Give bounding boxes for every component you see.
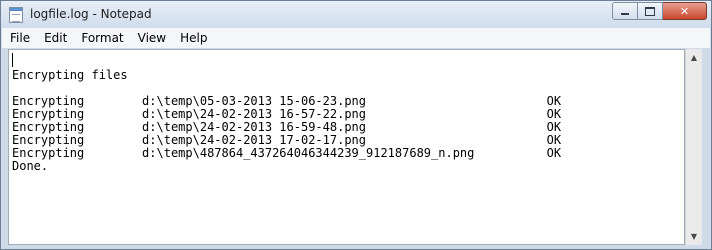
text-editor-area[interactable]: Encrypting files Encrypting d:\temp\05-0… — [8, 49, 685, 245]
editor-text: Encrypting files Encrypting d:\temp\05-0… — [12, 68, 562, 173]
scroll-down-icon[interactable]: ▼ — [686, 228, 702, 245]
menu-file[interactable]: File — [2, 28, 37, 48]
window-title: logfile.log - Notepad — [30, 7, 152, 21]
menu-bar: File Edit Format View Help — [2, 28, 710, 48]
maximize-icon — [645, 6, 655, 16]
close-icon: ✕ — [679, 4, 690, 18]
notepad-app-icon[interactable] — [9, 7, 23, 23]
scroll-up-icon[interactable]: ▲ — [686, 49, 702, 66]
vertical-scrollbar[interactable]: ▲ ▼ — [685, 49, 702, 245]
close-button[interactable]: ✕ — [663, 2, 707, 20]
title-bar[interactable]: logfile.log - Notepad ✕ — [1, 1, 711, 28]
menu-view[interactable]: View — [131, 28, 173, 48]
menu-help[interactable]: Help — [173, 28, 214, 48]
minimize-button[interactable] — [612, 2, 638, 20]
notepad-window: logfile.log - Notepad ✕ File Edit Format… — [0, 0, 712, 250]
minimize-icon — [621, 13, 629, 15]
menu-format[interactable]: Format — [74, 28, 130, 48]
caption-buttons: ✕ — [612, 2, 707, 21]
maximize-button[interactable] — [638, 2, 663, 20]
menu-edit[interactable]: Edit — [37, 28, 74, 48]
